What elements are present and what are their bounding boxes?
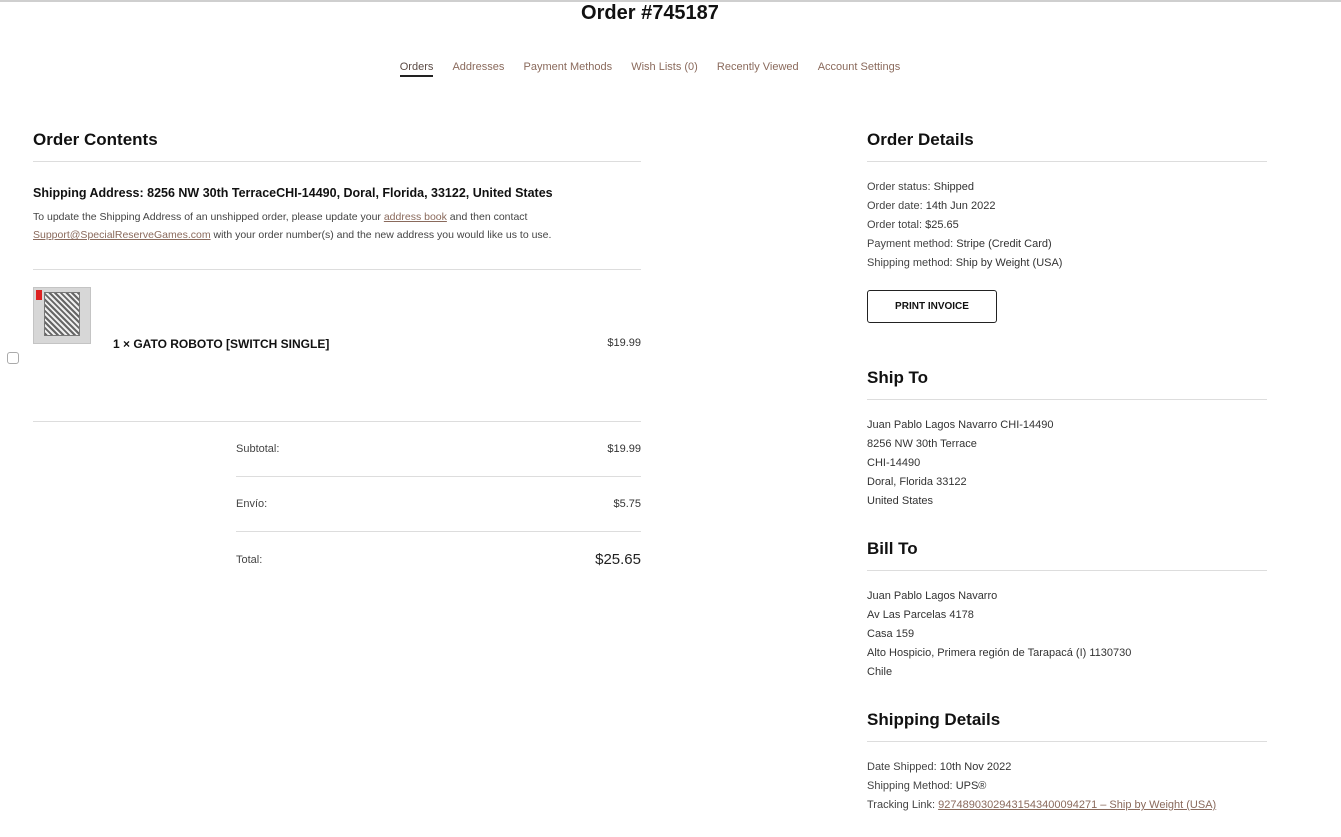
product-cover-image: [44, 292, 80, 336]
ship-to-heading: Ship To: [867, 366, 1267, 400]
address-update-note: To update the Shipping Address of an uns…: [33, 208, 641, 244]
order-totals: Subtotal: $19.99 Envío: $5.75 Total: $25…: [236, 422, 641, 587]
tracking-label: Tracking Link:: [867, 799, 936, 811]
total-label: Total:: [236, 553, 263, 566]
shipping-label: Envío:: [236, 498, 268, 510]
bill-to-section: Bill To Juan Pablo Lagos Navarro Av Las …: [867, 537, 1267, 682]
nav-wish-lists[interactable]: Wish Lists (0): [631, 61, 698, 75]
account-nav: Orders Addresses Payment Methods Wish Li…: [0, 61, 1300, 77]
nav-account-settings[interactable]: Account Settings: [818, 61, 901, 75]
shipping-method-value: Ship by Weight (USA): [955, 257, 1063, 269]
item-name: 1 × GATO ROBOTO [SWITCH SINGLE]: [113, 337, 330, 351]
note-text-1: To update the Shipping Address of an uns…: [33, 211, 384, 223]
ship-to-section: Ship To Juan Pablo Lagos Navarro CHI-144…: [867, 366, 1267, 511]
nav-addresses[interactable]: Addresses: [452, 61, 504, 75]
order-date-row: Order date: 14th Jun 2022: [867, 197, 1267, 216]
shipping-method-row: Shipping method: Ship by Weight (USA): [867, 254, 1267, 273]
shipping-row: Envío: $5.75: [236, 477, 641, 532]
nav-orders[interactable]: Orders: [399, 61, 434, 77]
note-text-2: and then contact: [446, 211, 528, 223]
shipping-carrier-label: Shipping Method:: [867, 780, 953, 792]
ship-to-line: CHI-14490: [867, 457, 921, 469]
order-status-label: Order status:: [867, 181, 931, 193]
tracking-link[interactable]: 92748903029431543400094271 – Ship by Wei…: [938, 799, 1216, 811]
ship-to-line: United States: [867, 495, 934, 507]
order-status-value: Shipped: [933, 181, 975, 193]
subtotal-label: Subtotal:: [236, 443, 280, 455]
nav-payment-methods[interactable]: Payment Methods: [523, 61, 612, 75]
total-value: $25.65: [595, 551, 641, 568]
shipping-details-list: Date Shipped: 10th Nov 2022 Shipping Met…: [867, 758, 1267, 815]
shipping-details-section: Shipping Details Date Shipped: 10th Nov …: [867, 708, 1267, 815]
payment-method-value: Stripe (Credit Card): [956, 238, 1052, 250]
bill-to-line: Av Las Parcelas 4178: [867, 609, 974, 621]
date-shipped-value: 10th Nov 2022: [939, 761, 1012, 773]
item-price: $19.99: [607, 337, 641, 349]
shipping-carrier-value: UPS®: [955, 780, 987, 792]
bill-to-line: Juan Pablo Lagos Navarro: [867, 590, 998, 602]
ship-to-line: Juan Pablo Lagos Navarro CHI-14490: [867, 419, 1054, 431]
address-book-link[interactable]: address book: [384, 211, 447, 223]
shipping-details-heading: Shipping Details: [867, 708, 1267, 742]
ship-to-address: Juan Pablo Lagos Navarro CHI-14490 8256 …: [867, 416, 1267, 511]
order-details-heading: Order Details: [867, 128, 1267, 162]
order-date-label: Order date:: [867, 200, 923, 212]
order-contents-heading: Order Contents: [33, 128, 641, 162]
subtotal-value: $19.99: [607, 443, 641, 455]
order-total-row: Order total: $25.65: [867, 216, 1267, 235]
order-status-row: Order status: Shipped: [867, 178, 1267, 197]
payment-method-label: Payment method:: [867, 238, 954, 250]
date-shipped-row: Date Shipped: 10th Nov 2022: [867, 758, 1267, 777]
bill-to-line: Alto Hospicio, Primera región de Tarapac…: [867, 647, 1132, 659]
item-select-checkbox[interactable]: [7, 352, 19, 364]
payment-method-row: Payment method: Stripe (Credit Card): [867, 235, 1267, 254]
page-title: Order #745187: [581, 2, 719, 24]
shipping-address: Shipping Address: 8256 NW 30th TerraceCH…: [33, 186, 553, 200]
order-contents-section: Order Contents Shipping Address: 8256 NW…: [33, 128, 641, 587]
order-date-value: 14th Jun 2022: [925, 200, 996, 212]
order-total-value: $25.65: [925, 219, 959, 231]
note-text-3: with your order number(s) and the new ad…: [210, 229, 552, 241]
support-email-link[interactable]: Support@SpecialReserveGames.com: [33, 229, 211, 241]
order-total-label: Order total:: [867, 219, 923, 231]
print-invoice-button[interactable]: PRINT INVOICE: [867, 290, 997, 323]
tracking-row: Tracking Link: 9274890302943154340009427…: [867, 796, 1267, 815]
bill-to-line: Casa 159: [867, 628, 915, 640]
order-item: 1 × GATO ROBOTO [SWITCH SINGLE] $19.99: [33, 270, 641, 422]
bill-to-heading: Bill To: [867, 537, 1267, 571]
subtotal-row: Subtotal: $19.99: [236, 422, 641, 477]
bill-to-address: Juan Pablo Lagos Navarro Av Las Parcelas…: [867, 587, 1267, 682]
order-details-list: Order status: Shipped Order date: 14th J…: [867, 178, 1267, 273]
order-sidebar: Order Details Order status: Shipped Orde…: [867, 128, 1267, 815]
ship-to-line: Doral, Florida 33122: [867, 476, 967, 488]
bill-to-line: Chile: [867, 666, 893, 678]
nav-recently-viewed[interactable]: Recently Viewed: [717, 61, 799, 75]
product-thumbnail[interactable]: [33, 287, 91, 344]
shipping-value: $5.75: [613, 498, 641, 510]
switch-logo-icon: [36, 290, 42, 300]
ship-to-line: 8256 NW 30th Terrace: [867, 438, 977, 450]
date-shipped-label: Date Shipped:: [867, 761, 937, 773]
total-row: Total: $25.65: [236, 532, 641, 587]
shipping-method-label: Shipping method:: [867, 257, 953, 269]
shipping-carrier-row: Shipping Method: UPS®: [867, 777, 1267, 796]
